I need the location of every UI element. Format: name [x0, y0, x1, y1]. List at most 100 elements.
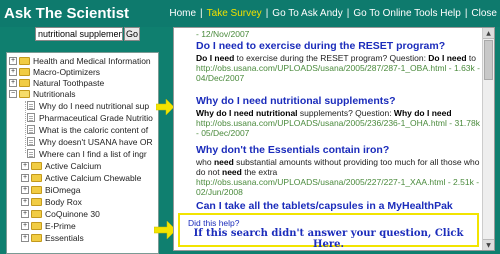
snippet-term: need: [214, 53, 235, 63]
snippet-text: the extra: [241, 167, 278, 177]
go-button[interactable]: Go: [124, 27, 140, 41]
scroll-down-icon[interactable]: ▼: [483, 239, 494, 250]
tree-item-label: Natural Toothpaste: [33, 77, 105, 88]
result-title-link[interactable]: Do I need to exercise during the RESET p…: [196, 40, 481, 53]
search-result: Do I need to exercise during the RESET p…: [196, 40, 481, 83]
search-result: Why don't the Essentials contain iron? w…: [196, 144, 481, 197]
expand-icon[interactable]: +: [21, 233, 29, 242]
expand-icon[interactable]: +: [9, 78, 17, 87]
tree-item-label: What is the caloric content of: [39, 124, 149, 135]
folder-icon: [31, 185, 42, 194]
nav-online-tools-help-link[interactable]: Go To Online Tools Help: [353, 8, 460, 19]
tree-item-biomega[interactable]: + BiOmega: [21, 184, 80, 195]
tree-item-label: BiOmega: [45, 184, 81, 195]
tree-item-label: Essentials: [45, 232, 84, 243]
snippet-term: Do I: [196, 53, 215, 63]
tree-item-label: Health and Medical Information: [33, 55, 151, 66]
tree-doc-ingredients[interactable]: Where can I find a list of ingr: [27, 148, 147, 159]
result-url: http://obs.usana.com/UPLOADS/usana/2005/…: [196, 63, 480, 83]
tree-item-label: E-Prime: [45, 220, 76, 231]
tree-item-label: CoQuinone 30: [45, 208, 100, 219]
nav-ask-andy-link[interactable]: Go To Ask Andy: [272, 8, 342, 19]
result-title-link[interactable]: Why do I need nutritional supplements?: [196, 95, 481, 108]
expand-icon[interactable]: +: [21, 161, 29, 170]
expand-icon[interactable]: +: [21, 221, 29, 230]
search-result: Why do I need nutritional supplements? W…: [196, 95, 481, 138]
tree-doc-usana-or[interactable]: Why doesn't USANA have OR: [27, 136, 153, 147]
snippet-text: supplements? Question:: [297, 108, 394, 118]
scroll-up-icon[interactable]: ▲: [483, 28, 494, 39]
tree-item-health[interactable]: + Health and Medical Information: [9, 55, 151, 66]
scroll-thumb[interactable]: [484, 40, 493, 80]
results-scrollbar[interactable]: ▲ ▼: [482, 28, 494, 250]
snippet-text: who: [196, 157, 214, 167]
tree-doc-caloric[interactable]: What is the caloric content of: [27, 124, 148, 135]
expand-icon[interactable]: +: [21, 173, 29, 182]
tree-item-e-prime[interactable]: + E-Prime: [21, 220, 76, 231]
document-icon: [27, 113, 35, 122]
folder-icon: [31, 221, 42, 230]
tree-item-essentials[interactable]: + Essentials: [21, 232, 84, 243]
folder-icon: [31, 161, 42, 170]
result-title-link[interactable]: Why don't the Essentials contain iron?: [196, 144, 481, 157]
nav-separator: |: [265, 8, 269, 19]
tree-item-active-calcium-chewable[interactable]: + Active Calcium Chewable: [21, 172, 141, 183]
search-input[interactable]: nutritional supplements?: [35, 27, 123, 41]
expand-icon[interactable]: +: [9, 56, 17, 65]
nav-take-survey-link[interactable]: Take Survey: [207, 8, 262, 19]
document-icon: [27, 149, 35, 158]
header-bar: Ask The Scientist Home | Take Survey | G…: [0, 0, 500, 27]
document-icon: [27, 101, 35, 110]
folder-icon: [31, 173, 42, 182]
folder-icon: [19, 78, 30, 87]
expand-icon[interactable]: +: [21, 209, 29, 218]
nav-separator: |: [464, 8, 468, 19]
did-this-help-box: Did this help? If this search didn't ans…: [178, 213, 479, 250]
snippet-term: need nutritional: [233, 108, 298, 118]
folder-icon: [31, 209, 42, 218]
result-url: http://obs.usana.com/UPLOADS/usana/2005/…: [196, 177, 480, 197]
folder-icon: [19, 56, 30, 65]
search-result: Can I take all the tablets/capsules in a…: [196, 200, 481, 213]
nav-home-link[interactable]: Home: [169, 8, 196, 19]
tree-doc-pharma[interactable]: Pharmaceutical Grade Nutritio: [27, 112, 153, 123]
document-icon: [27, 137, 35, 146]
expand-icon[interactable]: +: [21, 185, 29, 194]
folder-icon: [31, 233, 42, 242]
result-title-link[interactable]: Can I take all the tablets/capsules in a…: [196, 200, 481, 213]
tree-item-coquinone[interactable]: + CoQuinone 30: [21, 208, 100, 219]
nav-close-link[interactable]: Close: [471, 8, 497, 19]
folder-icon: [31, 197, 42, 206]
tree-item-label: Why doesn't USANA have OR: [39, 136, 153, 147]
result-url: http://obs.usana.com/UPLOADS/usana/2005/…: [196, 118, 480, 138]
tree-item-macro[interactable]: + Macro-Optimizers: [9, 66, 100, 77]
snippet-term: need: [213, 157, 234, 167]
snippet-text: to exercise during the RESET program? Qu…: [234, 53, 429, 63]
tree-connector: [25, 101, 26, 153]
document-icon: [27, 125, 35, 134]
app-title: Ask The Scientist: [4, 5, 130, 22]
tree-item-label: Pharmaceutical Grade Nutritio: [39, 112, 153, 123]
tree-doc-why-need[interactable]: Why do I need nutritional sup: [27, 100, 149, 111]
tree-item-nutritionals[interactable]: − Nutritionals: [9, 88, 76, 99]
collapse-icon[interactable]: −: [9, 89, 17, 98]
snippet-term: Why do I: [196, 108, 234, 118]
tree-item-label: Macro-Optimizers: [33, 66, 101, 77]
tree-item-body-rox[interactable]: + Body Rox: [21, 196, 82, 207]
expand-icon[interactable]: +: [21, 197, 29, 206]
result-snippet: who need substantial amounts without pro…: [196, 157, 481, 177]
snippet-term: Why do I need: [393, 108, 452, 118]
click-here-link[interactable]: If this search didn't answer your questi…: [180, 228, 477, 250]
result-date: - 12/Nov/2007: [196, 29, 250, 39]
category-tree: + Health and Medical Information + Macro…: [6, 52, 159, 254]
snippet-text: to: [466, 53, 477, 63]
tree-item-label: Nutritionals: [33, 88, 76, 99]
tree-item-toothpaste[interactable]: + Natural Toothpaste: [9, 77, 104, 88]
top-nav: Home | Take Survey | Go To Ask Andy | Go…: [169, 8, 497, 19]
tree-item-active-calcium[interactable]: + Active Calcium: [21, 160, 101, 171]
result-snippet: Do I need to exercise during the RESET p…: [196, 53, 481, 63]
search-results-panel: - 12/Nov/2007 Do I need to exercise duri…: [173, 27, 495, 251]
folder-icon: [19, 67, 30, 76]
right-arrow-icon: [156, 98, 174, 116]
expand-icon[interactable]: +: [9, 67, 17, 76]
